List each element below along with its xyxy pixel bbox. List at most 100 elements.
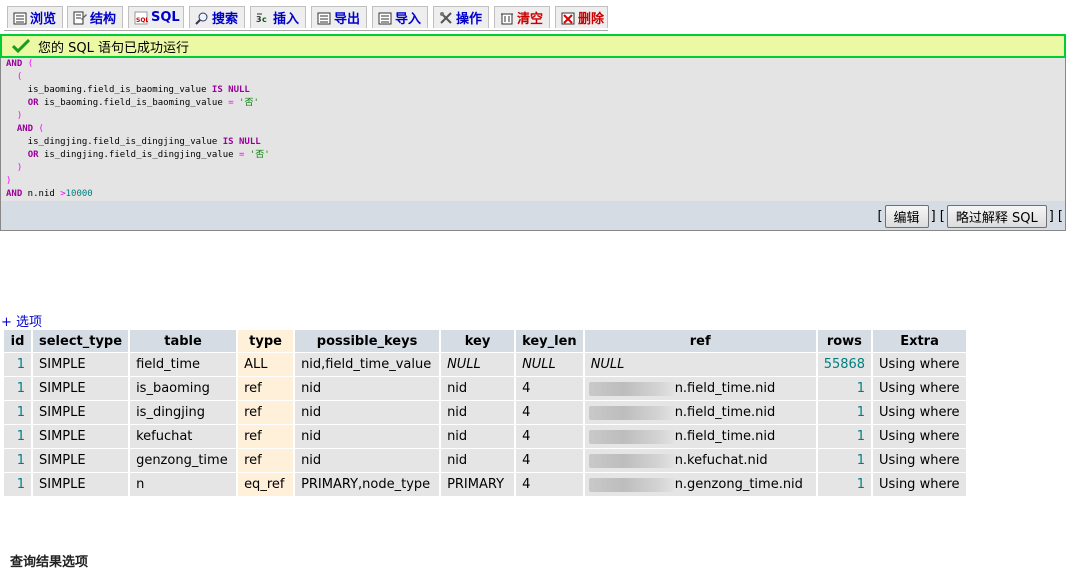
col-rows[interactable]: rows [817,330,872,352]
tab-sql[interactable]: SQL SQL [128,6,184,28]
table-tabs: 浏览 结构 SQL SQL 搜索 3c 插入 导出 导入 操作 清空 删除 [4,6,608,31]
redacted-blur [588,453,675,468]
svg-text:3: 3 [256,15,262,24]
empty-icon [500,11,514,25]
tab-empty-label: 清空 [517,12,544,27]
cell-id: 1 [4,425,31,448]
tab-operations[interactable]: 操作 [433,6,489,28]
col-key-len[interactable]: key_len [516,330,583,352]
tab-import[interactable]: 导入 [372,6,428,28]
redacted-blur [588,477,675,492]
structure-icon [73,11,87,25]
tab-operations-label: 操作 [456,12,483,27]
options-link[interactable]: + 选项 [1,311,42,330]
skip-explain-button[interactable]: 略过解释 SQL [946,205,1047,228]
cell-key-len: NULL [516,353,583,376]
svg-text:SQL: SQL [136,17,148,24]
cell-id: 1 [4,377,31,400]
sql-line: ( [16,72,23,82]
cell-ref: n.field_time.nid [584,377,816,400]
table-row: 1 SIMPLE is_dingjing ref nid nid 4 n.fie… [4,401,967,424]
col-extra[interactable]: Extra [873,330,967,352]
operations-icon [439,11,453,25]
tab-search-label: 搜索 [212,12,239,27]
cell-key-len: 4 [516,449,583,472]
tab-export-label: 导出 [334,12,361,27]
col-type[interactable]: type [238,330,294,352]
null-value: NULL [590,357,625,372]
cell-extra: Using where [873,377,967,400]
sql-line: OR is_dingjing.field_is_dingjing_value =… [27,150,270,160]
col-ref[interactable]: ref [584,330,816,352]
cell-id: 1 [4,353,31,376]
col-possible-keys[interactable]: possible_keys [295,330,440,352]
tab-export[interactable]: 导出 [311,6,367,28]
cell-select-type: SIMPLE [33,353,129,376]
success-text: 您的 SQL 语句已成功运行 [38,40,189,56]
redacted-blur [588,405,675,420]
cell-key: nid [441,425,515,448]
cell-select-type: SIMPLE [33,377,129,400]
sql-line: AND ( [6,59,34,69]
tab-empty[interactable]: 清空 [494,6,550,28]
sql-line: is_baoming.field_is_baoming_value IS NUL… [6,85,250,95]
svg-text:c: c [262,15,267,24]
cell-rows: 1 [817,401,872,424]
cell-type: ALL [238,353,294,376]
cell-type: ref [238,449,294,472]
tab-structure[interactable]: 结构 [67,6,123,28]
cell-possible-keys: nid,field_time_value [295,353,440,376]
sql-query-box: AND ( ( is_baoming.field_is_baoming_valu… [0,58,1066,231]
tab-browse-label: 浏览 [30,12,57,27]
cell-key-len: 4 [516,473,583,496]
sql-line: AND ( [16,124,44,134]
table-row: 1 SIMPLE field_time ALL nid,field_time_v… [4,353,967,376]
tab-search[interactable]: 搜索 [189,6,245,28]
export-icon [317,11,331,25]
cell-rows: 1 [817,473,872,496]
table-row: 1 SIMPLE genzong_time ref nid nid 4 n.ke… [4,449,967,472]
sql-line: AND n.nid >10000 [6,189,93,199]
sql-line: ) [16,163,23,173]
col-key[interactable]: key [441,330,515,352]
tab-drop[interactable]: 删除 [555,6,608,28]
cell-key: NULL [441,353,515,376]
cell-possible-keys: PRIMARY,node_type [295,473,440,496]
cell-possible-keys: nid [295,425,440,448]
col-table[interactable]: table [130,330,237,352]
ref-text: n.field_time.nid [674,429,776,444]
edit-button[interactable]: 编辑 [884,205,929,228]
cell-select-type: SIMPLE [33,473,129,496]
cell-key-len: 4 [516,425,583,448]
cell-rows: 1 [817,377,872,400]
explain-results-table: id select_type table type possible_keys … [2,329,968,497]
cell-key: PRIMARY [441,473,515,496]
sql-line: ) [6,176,12,186]
cell-ref: n.field_time.nid [584,425,816,448]
cell-key-len: 4 [516,377,583,400]
tab-browse[interactable]: 浏览 [7,6,63,28]
sql-code: AND ( ( is_baoming.field_is_baoming_valu… [6,58,270,201]
tab-structure-label: 结构 [90,12,117,27]
tab-sql-label: SQL [151,10,180,25]
cell-key-len: 4 [516,401,583,424]
cell-ref: n.field_time.nid [584,401,816,424]
cell-rows: 1 [817,449,872,472]
null-value: NULL [522,357,556,372]
cell-extra: Using where [873,353,967,376]
cell-extra: Using where [873,425,967,448]
table-row: 1 SIMPLE kefuchat ref nid nid 4 n.field_… [4,425,967,448]
cell-id: 1 [4,401,31,424]
sql-line: OR is_baoming.field_is_baoming_value = '… [27,98,259,108]
col-select-type[interactable]: select_type [33,330,129,352]
search-icon [195,11,209,25]
cell-type: ref [238,401,294,424]
col-id[interactable]: id [4,330,31,352]
cell-table: n [130,473,237,496]
cell-type: eq_ref [238,473,294,496]
tab-insert[interactable]: 3c 插入 [250,6,306,28]
drop-icon [561,11,575,25]
cell-type: ref [238,425,294,448]
null-value: NULL [447,357,481,372]
tab-insert-label: 插入 [273,12,300,27]
